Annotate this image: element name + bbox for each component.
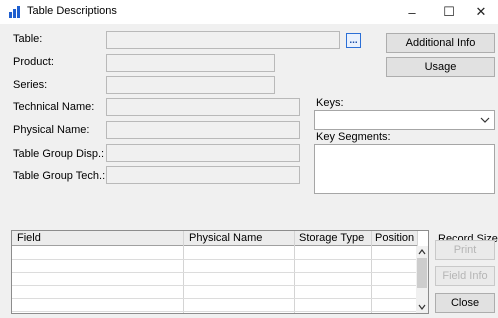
table-header: Field Physical Name Storage Type Positio… bbox=[12, 231, 418, 246]
column-header-position[interactable]: Position bbox=[375, 232, 414, 244]
close-window-button[interactable]: ✕ bbox=[464, 0, 498, 24]
scrollbar-thumb[interactable] bbox=[417, 258, 427, 288]
physical-name-label: Physical Name: bbox=[13, 124, 90, 136]
maximize-icon: ☐ bbox=[443, 4, 455, 19]
table-group-tech-field bbox=[106, 166, 300, 184]
table-descriptions-app-icon bbox=[9, 6, 20, 18]
table-scrollbar[interactable] bbox=[416, 246, 428, 313]
maximize-button[interactable]: ☐ bbox=[432, 0, 466, 24]
close-button[interactable]: Close bbox=[435, 293, 495, 313]
table-row[interactable] bbox=[12, 311, 418, 312]
column-header-physical-name[interactable]: Physical Name bbox=[189, 232, 262, 244]
table-group-disp-field bbox=[106, 144, 300, 162]
key-segments-label: Key Segments: bbox=[316, 131, 391, 143]
technical-name-field bbox=[106, 98, 300, 116]
field-info-button[interactable]: Field Info bbox=[435, 266, 495, 286]
print-button[interactable]: Print bbox=[435, 240, 495, 260]
series-field bbox=[106, 76, 275, 94]
ellipsis-icon: ... bbox=[349, 34, 358, 46]
chevron-down-icon bbox=[480, 117, 490, 123]
table-row[interactable] bbox=[12, 298, 418, 299]
table-row[interactable] bbox=[12, 259, 418, 260]
keys-label: Keys: bbox=[316, 97, 344, 109]
scroll-down-icon[interactable] bbox=[418, 303, 426, 311]
table-row[interactable] bbox=[12, 272, 418, 273]
additional-info-button[interactable]: Additional Info bbox=[386, 33, 495, 53]
browse-table-button[interactable]: ... bbox=[346, 33, 361, 48]
product-label: Product: bbox=[13, 56, 54, 68]
usage-button[interactable]: Usage bbox=[386, 57, 495, 77]
table-group-tech-label: Table Group Tech.: bbox=[13, 170, 106, 182]
fields-table[interactable]: Field Physical Name Storage Type Positio… bbox=[11, 230, 429, 314]
table-label: Table: bbox=[13, 33, 43, 45]
keys-dropdown[interactable] bbox=[314, 110, 495, 130]
series-label: Series: bbox=[13, 79, 48, 91]
window-title: Table Descriptions bbox=[27, 5, 117, 17]
product-field bbox=[106, 54, 275, 72]
close-icon: ✕ bbox=[475, 4, 487, 19]
table-row[interactable] bbox=[12, 285, 418, 286]
minimize-button[interactable]: – bbox=[395, 0, 429, 24]
key-segments-list[interactable] bbox=[314, 144, 495, 194]
column-header-storage-type[interactable]: Storage Type bbox=[299, 232, 364, 244]
column-header-field[interactable]: Field bbox=[17, 232, 41, 244]
scroll-up-icon[interactable] bbox=[418, 248, 426, 256]
minimize-icon: – bbox=[408, 4, 416, 20]
table-field[interactable] bbox=[106, 31, 340, 49]
table-group-disp-label: Table Group Disp.: bbox=[13, 148, 105, 160]
physical-name-field bbox=[106, 121, 300, 139]
technical-name-label: Technical Name: bbox=[13, 101, 95, 113]
